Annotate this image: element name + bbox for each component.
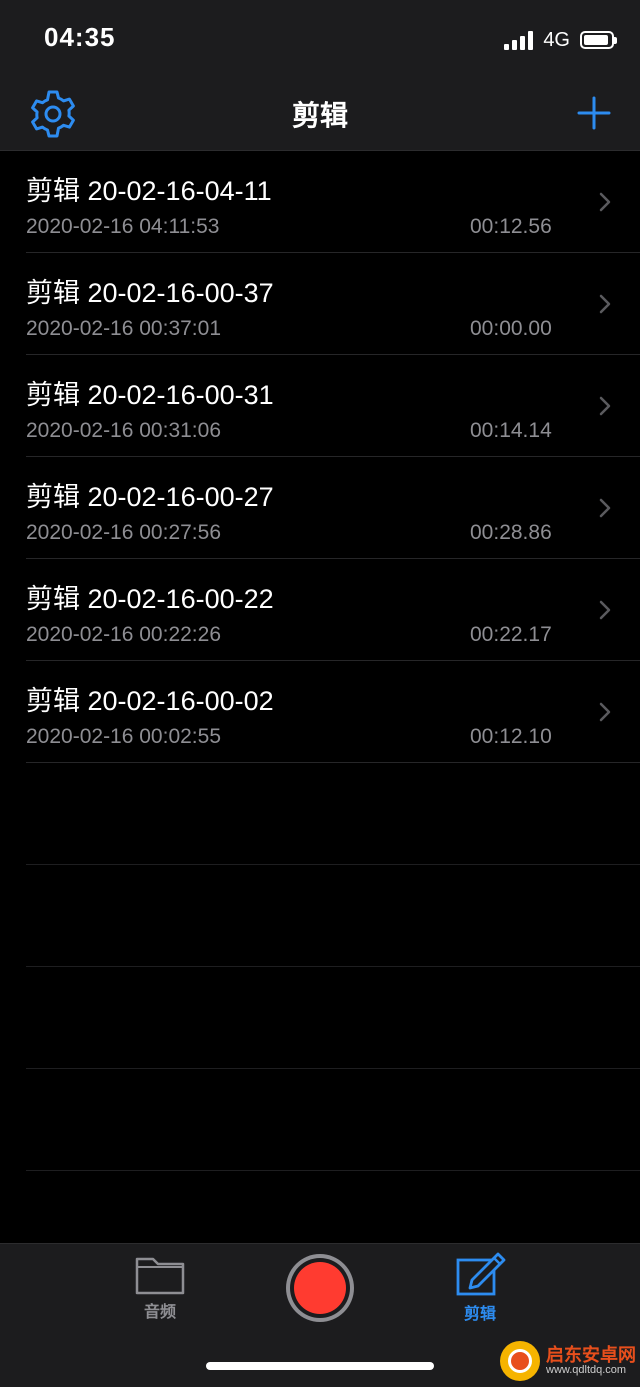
recording-title: 剪辑 20-02-16-00-37 <box>26 278 274 308</box>
empty-row <box>0 967 640 1069</box>
recording-date: 2020-02-16 00:27:56 <box>26 521 221 544</box>
empty-row <box>0 763 640 865</box>
list-item[interactable]: 剪辑 20-02-16-00-37 2020-02-16 00:37:01 00… <box>0 253 640 355</box>
tab-edit-label: 剪辑 <box>463 1306 496 1323</box>
recording-duration: 00:28.86 <box>470 521 552 544</box>
recording-title: 剪辑 20-02-16-00-27 <box>26 482 274 512</box>
chevron-right-icon <box>599 702 611 722</box>
chevron-right-icon <box>599 498 611 518</box>
recording-title: 剪辑 20-02-16-00-02 <box>26 686 274 716</box>
chevron-right-icon <box>599 396 611 416</box>
plus-icon <box>577 96 611 130</box>
recording-title: 剪辑 20-02-16-04-11 <box>26 176 272 206</box>
recording-duration: 00:12.10 <box>470 725 552 748</box>
network-type: 4G <box>543 28 570 51</box>
status-bar: 04:35 4G <box>0 0 640 80</box>
record-button[interactable] <box>286 1254 354 1322</box>
record-icon <box>294 1262 346 1314</box>
list-item[interactable]: 剪辑 20-02-16-00-22 2020-02-16 00:22:26 00… <box>0 559 640 661</box>
empty-row <box>0 865 640 967</box>
tab-edit[interactable]: 剪辑 <box>445 1250 515 1323</box>
folder-icon <box>135 1257 185 1295</box>
battery-icon <box>580 31 617 49</box>
empty-row <box>0 1069 640 1171</box>
edit-icon <box>456 1252 506 1296</box>
home-indicator <box>206 1362 434 1370</box>
page-title: 剪辑 <box>291 100 348 131</box>
add-button[interactable] <box>576 95 612 131</box>
recording-title: 剪辑 20-02-16-00-31 <box>26 380 274 410</box>
chevron-right-icon <box>599 600 611 620</box>
navigation-bar: 剪辑 <box>0 80 640 151</box>
list-item[interactable]: 剪辑 20-02-16-00-02 2020-02-16 00:02:55 00… <box>0 661 640 763</box>
list-item[interactable]: 剪辑 20-02-16-04-11 2020-02-16 04:11:53 00… <box>0 151 640 253</box>
signal-icon <box>504 30 534 50</box>
recording-duration: 00:12.56 <box>470 215 552 238</box>
tab-audio-label: 音频 <box>143 1304 176 1321</box>
recording-date: 2020-02-16 00:31:06 <box>26 419 221 442</box>
recording-duration: 00:22.17 <box>470 623 552 646</box>
recording-date: 2020-02-16 04:11:53 <box>26 215 220 238</box>
recordings-list: 剪辑 20-02-16-04-11 2020-02-16 04:11:53 00… <box>0 151 640 1171</box>
recording-title: 剪辑 20-02-16-00-22 <box>26 584 274 614</box>
watermark: 启东安卓网 www.qdltdq.com <box>500 1338 638 1384</box>
watermark-name: 启东安卓网 <box>546 1344 636 1365</box>
list-item[interactable]: 剪辑 20-02-16-00-31 2020-02-16 00:31:06 00… <box>0 355 640 457</box>
chevron-right-icon <box>599 192 611 212</box>
recording-date: 2020-02-16 00:22:26 <box>26 623 221 646</box>
chevron-right-icon <box>599 294 611 314</box>
recording-duration: 00:14.14 <box>470 419 552 442</box>
watermark-logo <box>500 1341 540 1381</box>
status-time: 04:35 <box>44 22 116 52</box>
recording-date: 2020-02-16 00:37:01 <box>26 317 221 340</box>
status-indicators: 4G <box>504 26 617 54</box>
watermark-url: www.qdltdq.com <box>546 1363 627 1376</box>
recording-duration: 00:00.00 <box>470 317 552 340</box>
record-button-ring <box>290 1258 350 1318</box>
tab-audio[interactable]: 音频 <box>125 1254 195 1321</box>
list-item[interactable]: 剪辑 20-02-16-00-27 2020-02-16 00:27:56 00… <box>0 457 640 559</box>
recording-date: 2020-02-16 00:02:55 <box>26 725 221 748</box>
